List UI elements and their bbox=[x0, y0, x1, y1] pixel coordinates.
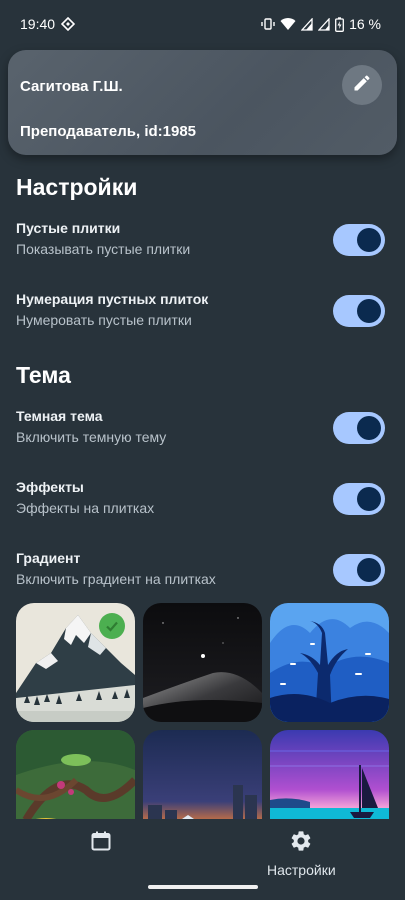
toggle-knob bbox=[357, 228, 381, 252]
setting-empty-tiles: Пустые плитки Показывать пустые плитки bbox=[16, 220, 389, 270]
nav-item-calendar[interactable] bbox=[89, 829, 113, 858]
vpn-diamond-icon bbox=[61, 17, 76, 31]
status-time: 19:40 bbox=[20, 16, 56, 32]
profile-name: Сагитова Г.Ш. bbox=[20, 78, 123, 95]
edit-profile-button[interactable] bbox=[342, 65, 382, 105]
setting-subtitle: Нумеровать пустые плитки bbox=[16, 312, 192, 328]
wallpaper-tile-sunset-city[interactable] bbox=[143, 730, 262, 819]
gear-icon bbox=[289, 829, 313, 858]
tile-numbering-toggle[interactable] bbox=[333, 295, 385, 327]
setting-subtitle: Показывать пустые плитки bbox=[16, 241, 191, 257]
setting-effects: Эффекты Эффекты на плитках bbox=[16, 479, 389, 529]
wallpaper-tile-blue-forest[interactable] bbox=[270, 603, 389, 722]
toggle-knob bbox=[357, 416, 381, 440]
check-icon bbox=[105, 619, 119, 633]
setting-title: Нумерация пустных плиток bbox=[16, 291, 209, 307]
nav-label-settings: Настройки bbox=[267, 862, 336, 878]
empty-tiles-toggle[interactable] bbox=[333, 224, 385, 256]
signal-icon bbox=[318, 17, 330, 31]
profile-card: Сагитова Г.Ш. Преподаватель, id:1985 bbox=[8, 50, 397, 155]
wallpaper-tile-snowy-mountain[interactable] bbox=[16, 603, 135, 722]
effects-toggle[interactable] bbox=[333, 483, 385, 515]
toggle-knob bbox=[357, 558, 381, 582]
home-indicator[interactable] bbox=[148, 885, 258, 889]
setting-title: Темная тема bbox=[16, 408, 103, 424]
pencil-icon bbox=[352, 73, 372, 98]
wallpaper-tile-night-dunes[interactable] bbox=[143, 603, 262, 722]
setting-subtitle: Включить темную тему bbox=[16, 429, 167, 445]
selected-check-badge bbox=[99, 613, 125, 639]
vibrate-icon bbox=[261, 17, 275, 31]
profile-role: Преподаватель, id:1985 bbox=[20, 123, 197, 140]
nav-item-settings[interactable]: Настройки bbox=[267, 829, 336, 878]
setting-title: Пустые плитки bbox=[16, 220, 121, 236]
setting-title: Эффекты bbox=[16, 479, 84, 495]
signal-icon bbox=[301, 17, 313, 31]
wallpaper-grid bbox=[16, 603, 389, 819]
battery-charging-icon bbox=[335, 16, 345, 32]
settings-section-title: Настройки bbox=[16, 174, 138, 200]
setting-dark-theme: Темная тема Включить темную тему bbox=[16, 408, 389, 458]
gradient-toggle[interactable] bbox=[333, 554, 385, 586]
toggle-knob bbox=[357, 299, 381, 323]
setting-gradient: Градиент Включить градиент на плитках bbox=[16, 550, 389, 600]
wallpaper-tile-sailboat-sea[interactable] bbox=[270, 730, 389, 819]
status-bar: 19:40 16 % bbox=[0, 0, 405, 48]
calendar-icon bbox=[89, 829, 113, 858]
theme-section-title: Тема bbox=[16, 362, 71, 388]
setting-title: Градиент bbox=[16, 550, 81, 566]
setting-subtitle: Эффекты на плитках bbox=[16, 500, 155, 516]
dark-theme-toggle[interactable] bbox=[333, 412, 385, 444]
setting-subtitle: Включить градиент на плитках bbox=[16, 571, 216, 587]
wifi-icon bbox=[280, 17, 296, 31]
battery-percent: 16 % bbox=[349, 16, 381, 32]
wallpaper-tile-jungle-vines[interactable] bbox=[16, 730, 135, 819]
toggle-knob bbox=[357, 487, 381, 511]
setting-empty-tiles-numbering: Нумерация пустных плиток Нумеровать пуст… bbox=[16, 291, 389, 341]
